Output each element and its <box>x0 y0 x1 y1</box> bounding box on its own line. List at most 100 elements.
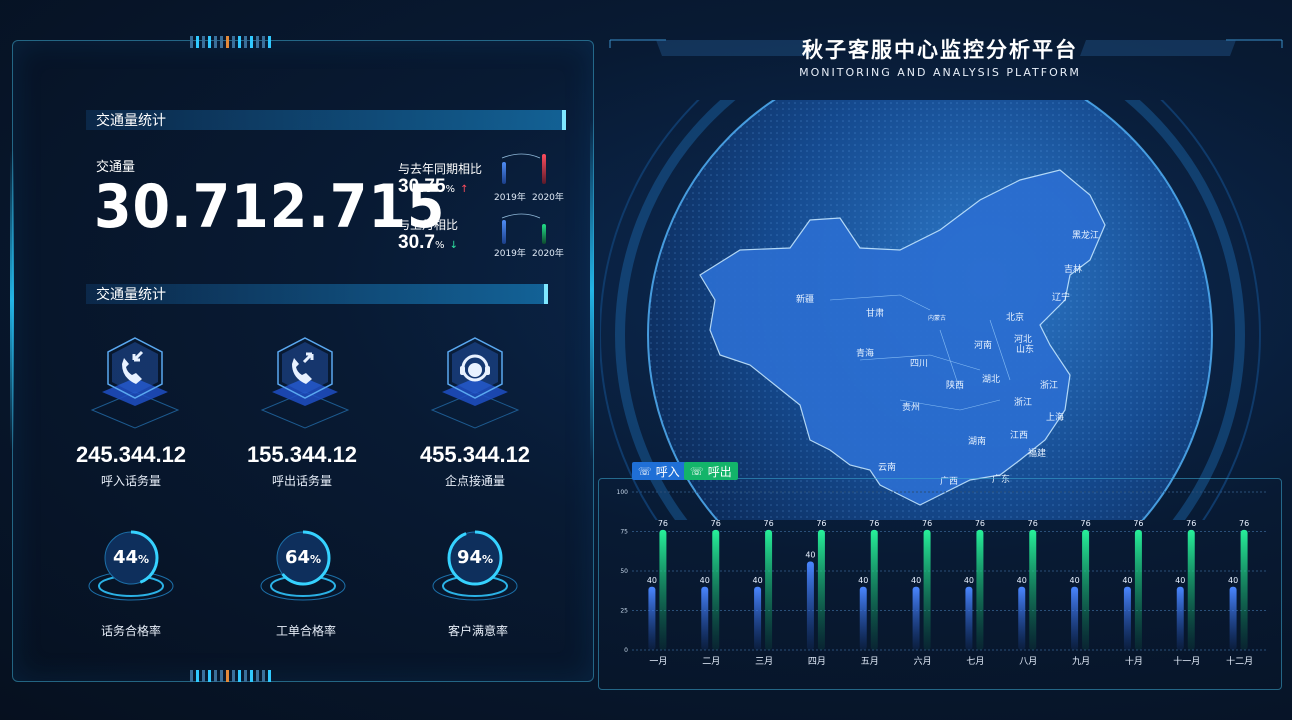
section-header-traffic: 交通量统计 <box>86 110 566 130</box>
mom-value-group: 30.7% ↓ <box>398 232 458 254</box>
map-label: 河北 <box>1014 333 1032 345</box>
data-label-incoming: 40 <box>911 576 921 585</box>
bar-outgoing <box>1134 529 1142 650</box>
yoy-value: 30.75 <box>398 176 446 197</box>
x-tick-label: 五月 <box>861 656 879 667</box>
frame-decoration <box>190 670 271 682</box>
legend-label: 呼出 <box>707 464 732 479</box>
data-label-incoming: 40 <box>1069 576 1079 585</box>
headset-icon <box>430 337 520 429</box>
bar-outgoing <box>1187 529 1195 650</box>
data-label-incoming: 40 <box>964 576 974 585</box>
data-label-outgoing: 76 <box>869 519 879 528</box>
globe-map: 新疆 甘肃 内蒙古 黑龙江 吉林 辽宁 北京 河北 青海 河南 山东 四川 陕西… <box>600 100 1261 520</box>
yoy-label: 与去年同期相比 <box>398 162 483 176</box>
phone-outgoing-icon: ☏ <box>690 464 704 478</box>
incoming-volume-value: 245.344.12 <box>75 442 187 467</box>
yoy-unit: % <box>445 184 456 195</box>
y-tick-label: 0 <box>624 647 628 654</box>
bar-incoming <box>1123 586 1131 650</box>
call-quality-label: 话务合格率 <box>100 624 161 638</box>
map-label: 浙江 <box>1040 379 1058 391</box>
bar-incoming <box>1071 586 1079 650</box>
bar-outgoing <box>712 529 720 650</box>
mom-unit: % <box>434 240 445 251</box>
page-title: 秋子客服中心监控分析平台 <box>802 38 1078 62</box>
frame-decoration <box>190 36 271 48</box>
mom-label: 与上月相比 <box>398 218 459 232</box>
rate-ring <box>260 530 346 601</box>
traffic-total-value: 30.712.715 <box>94 172 446 242</box>
legend-label: 呼入 <box>655 464 680 479</box>
map-label: 贵州 <box>902 401 920 413</box>
header-cap <box>544 284 548 304</box>
map-label: 吉林 <box>1064 263 1082 275</box>
map-label: 辽宁 <box>1052 291 1070 303</box>
year-label: 2019年 <box>494 249 526 259</box>
arrow-down-icon: ↓ <box>449 240 458 251</box>
bar-incoming <box>1018 586 1026 650</box>
bar-outgoing <box>870 529 878 650</box>
y-tick-label: 25 <box>620 608 628 615</box>
x-tick-label: 三月 <box>755 656 773 667</box>
data-label-outgoing: 76 <box>658 519 668 528</box>
data-label-incoming: 40 <box>805 551 815 560</box>
map-label: 山东 <box>1016 343 1034 355</box>
data-label-outgoing: 76 <box>816 519 826 528</box>
x-tick-label: 十月 <box>1125 655 1143 667</box>
map-label: 云南 <box>878 461 896 473</box>
map-label: 陕西 <box>946 379 964 391</box>
connected-volume-label: 企点接通量 <box>444 474 505 488</box>
bar-outgoing <box>817 529 825 650</box>
satisfaction-label: 客户满意率 <box>447 624 508 638</box>
bar-outgoing <box>765 529 773 650</box>
section-title: 交通量统计 <box>96 113 166 129</box>
bar-incoming <box>806 561 814 650</box>
data-label-incoming: 40 <box>752 576 762 585</box>
bar-outgoing <box>659 529 667 650</box>
data-label-incoming: 40 <box>700 576 710 585</box>
bar-incoming <box>701 586 709 650</box>
bar-outgoing <box>976 529 984 650</box>
year-label: 2019年 <box>494 193 526 203</box>
map-label: 甘肃 <box>866 307 884 319</box>
x-tick-label: 九月 <box>1072 656 1090 667</box>
bar-incoming <box>1229 586 1237 650</box>
yoy-mini-chart <box>501 153 546 184</box>
legend-incoming[interactable]: ☏ 呼入 <box>632 462 686 480</box>
page-subtitle: MONITORING AND ANALYSIS PLATFORM <box>799 66 1081 79</box>
bar-incoming <box>754 586 762 650</box>
legend-outgoing[interactable]: ☏ 呼出 <box>684 462 738 480</box>
data-label-outgoing: 76 <box>1133 519 1143 528</box>
mom-value: 30.7 <box>398 232 435 253</box>
phone-incoming-icon <box>90 337 180 429</box>
map-label: 新疆 <box>796 293 814 305</box>
data-label-outgoing: 76 <box>763 519 773 528</box>
x-tick-label: 四月 <box>808 656 826 667</box>
data-label-incoming: 40 <box>647 576 657 585</box>
bar-outgoing <box>923 529 931 650</box>
phone-incoming-icon: ☏ <box>638 464 652 478</box>
map-label: 浙江 <box>1014 396 1032 408</box>
x-tick-label: 六月 <box>914 655 932 667</box>
connected-volume-value: 455.344.12 <box>419 442 531 467</box>
y-tick-label: 75 <box>620 529 628 536</box>
map-label: 福建 <box>1028 447 1046 459</box>
outgoing-volume-value: 155.344.12 <box>246 442 358 467</box>
call-quality-rate: 44% <box>112 547 150 568</box>
data-label-incoming: 40 <box>1122 576 1132 585</box>
frame-glow <box>10 150 14 450</box>
bar-incoming <box>965 586 973 650</box>
map-label: 湖北 <box>982 374 1000 385</box>
data-label-outgoing: 76 <box>1186 519 1196 528</box>
mom-mini-chart <box>501 213 546 244</box>
header-cap <box>562 110 566 130</box>
year-label: 2020年 <box>532 193 564 203</box>
bar-incoming <box>648 586 656 650</box>
satisfaction-rate: 94% <box>456 547 494 568</box>
frame-glow <box>590 120 594 460</box>
rate-ring <box>88 530 174 601</box>
x-tick-label: 七月 <box>966 656 984 667</box>
bar-incoming <box>859 586 867 650</box>
map-label: 湖南 <box>968 435 986 447</box>
